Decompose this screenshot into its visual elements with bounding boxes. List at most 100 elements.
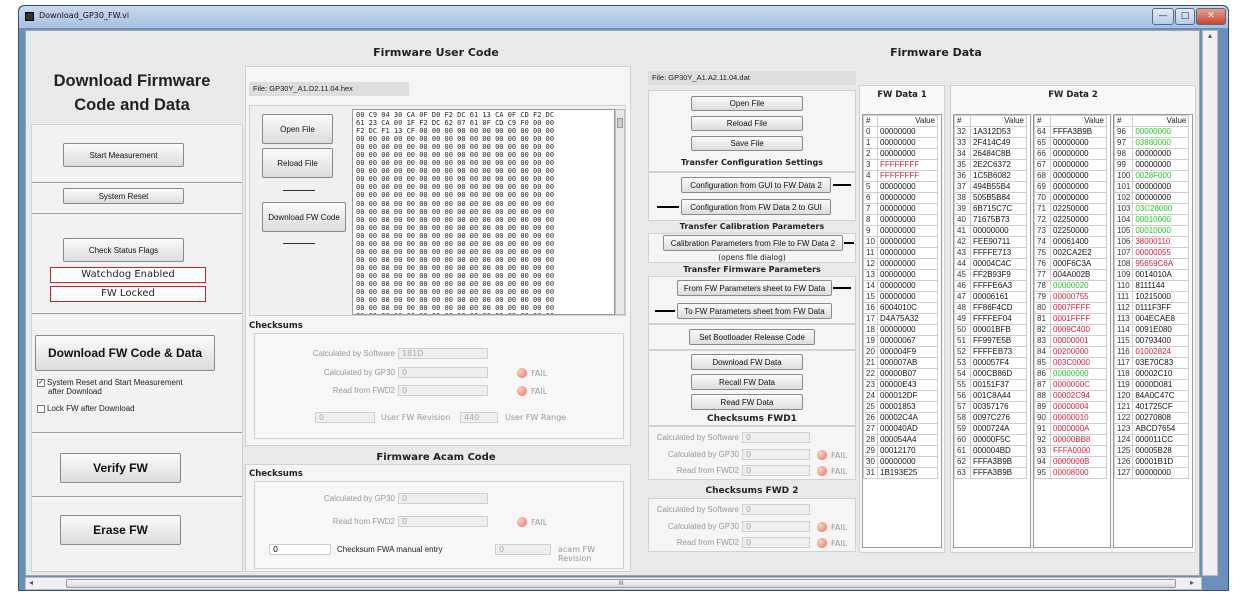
fw-data1-table[interactable]: # Value 0 00000000 1 00000000 2 00000000 3 FFFFFF… (862, 114, 942, 548)
row-value[interactable]: 00000B07 (877, 368, 938, 380)
row-value[interactable]: 00000000 (877, 456, 938, 468)
row-value[interactable]: 0007FFFF (1050, 302, 1107, 314)
row-value[interactable]: 95659C6A (1132, 258, 1190, 270)
row-value[interactable]: FF86F4CD (970, 302, 1027, 314)
row-value[interactable]: 00000000 (877, 126, 938, 138)
row-value[interactable]: 0000D081 (1132, 379, 1190, 391)
row-value[interactable]: 00200000 (1050, 346, 1107, 358)
row-value[interactable]: 00061400 (1050, 236, 1107, 248)
row-value[interactable]: 00008000 (1050, 467, 1107, 479)
reload-dat-file-button[interactable]: Reload File (691, 116, 803, 131)
gui-to-fw-data2-button[interactable]: Configuration from GUI to FW Data 2 (681, 177, 831, 193)
scroll-left-arrow-icon[interactable]: ◂ (29, 578, 33, 587)
row-value[interactable]: 00000000 (877, 181, 938, 193)
row-value[interactable]: 00000000 (877, 269, 938, 281)
row-value[interactable]: 0000000B (1050, 456, 1107, 468)
row-value[interactable]: FF997E5B (970, 335, 1027, 347)
row-value[interactable]: 10215000 (1132, 291, 1190, 303)
row-value[interactable]: 00000000 (1132, 192, 1190, 204)
row-value[interactable]: 00000755 (1050, 291, 1107, 303)
row-value[interactable]: 2F414C49 (970, 137, 1027, 149)
scroll-right-arrow-icon[interactable]: ▸ (1190, 578, 1194, 587)
row-value[interactable]: 000007AB (877, 357, 938, 369)
recall-fw-data-button[interactable]: Recall FW Data (691, 374, 803, 390)
maximize-button[interactable]: □ (1175, 8, 1195, 25)
row-value[interactable]: 00006161 (970, 291, 1027, 303)
row-value[interactable]: 00000001 (1050, 335, 1107, 347)
row-value[interactable]: 000004BD (970, 445, 1027, 457)
row-value[interactable]: 00000000 (1050, 159, 1107, 171)
row-value[interactable]: 00000000 (1050, 192, 1107, 204)
row-value[interactable]: 00000000 (877, 203, 938, 215)
row-value[interactable]: 00002C94 (1050, 390, 1107, 402)
horizontal-scrollbar[interactable]: ◂ III ▸ (25, 577, 1202, 590)
row-value[interactable]: FFFA3B9B (970, 467, 1027, 479)
checkbox-unchecked-icon[interactable] (37, 404, 45, 413)
row-value[interactable]: 00010000 (1132, 225, 1190, 237)
row-value[interactable]: 0111F3FF (1132, 302, 1190, 314)
row-value[interactable]: 00000000 (1050, 181, 1107, 193)
row-value[interactable]: 000F6C3A (1050, 258, 1107, 270)
user-fw-range-input[interactable]: 440 (460, 412, 498, 423)
row-value[interactable]: 00000000 (1132, 159, 1190, 171)
row-value[interactable]: 1B193E25 (877, 467, 938, 479)
row-value[interactable]: 1C5B6082 (970, 170, 1027, 182)
row-value[interactable]: 00010000 (1132, 214, 1190, 226)
row-value[interactable]: 00000055 (1132, 247, 1190, 259)
fw-data2-table-c[interactable]: # Value 96 00000000 97 03880000 98 00000000 99 00… (1113, 114, 1193, 548)
row-value[interactable]: 6004010C (877, 302, 938, 314)
row-value[interactable]: FFFA3B9B (1050, 126, 1107, 138)
row-value[interactable]: FFFFE713 (970, 247, 1027, 259)
scroll-thumb[interactable]: III (66, 579, 1176, 588)
row-value[interactable]: 505B5B84 (970, 192, 1027, 204)
row-value[interactable]: 00000F5C (970, 434, 1027, 446)
scroll-up-arrow-icon[interactable]: ▴ (1203, 31, 1217, 40)
row-value[interactable]: 02250000 (1050, 203, 1107, 215)
open-dat-file-button[interactable]: Open File (691, 96, 803, 111)
row-value[interactable]: 6B715C7C (970, 203, 1027, 215)
row-value[interactable]: 00002C4A (877, 412, 938, 424)
row-value[interactable]: 00000067 (877, 335, 938, 347)
row-value[interactable]: 00000000 (1132, 467, 1190, 479)
checksum-fwa-manual-input[interactable]: 0 (269, 544, 331, 555)
row-value[interactable]: 02250000 (1050, 214, 1107, 226)
open-hex-file-button[interactable]: Open File (262, 114, 333, 144)
hex-scrollbar[interactable] (615, 109, 625, 315)
row-value[interactable]: 000012DF (877, 390, 938, 402)
row-value[interactable]: 03C28000 (1132, 203, 1190, 215)
fw-data2-table-a[interactable]: # Value 32 1A312D53 33 2F414C49 34 26484C8B 35 2E… (953, 114, 1031, 548)
row-value[interactable]: 00000010 (1050, 412, 1107, 424)
vertical-scrollbar[interactable]: ▴ (1202, 30, 1218, 576)
row-value[interactable]: 00002C10 (1132, 368, 1190, 380)
download-fw-data-button[interactable]: Download FW Data (691, 354, 803, 370)
row-value[interactable]: 1A312D53 (970, 126, 1027, 138)
row-value[interactable]: 00000000 (877, 214, 938, 226)
row-value[interactable]: 004A002B (1050, 269, 1107, 281)
row-value[interactable]: 001C8A44 (970, 390, 1027, 402)
download-fw-code-data-button[interactable]: Download FW Code & Data (35, 335, 215, 371)
row-value[interactable]: 00000000 (1050, 170, 1107, 182)
row-value[interactable]: 401725CF (1132, 401, 1190, 413)
start-measurement-button[interactable]: Start Measurement (63, 143, 184, 167)
row-value[interactable]: 00000000 (877, 236, 938, 248)
verify-fw-button[interactable]: Verify FW (60, 453, 181, 483)
row-value[interactable]: FEE90711 (970, 236, 1027, 248)
row-value[interactable]: 2E2C6372 (970, 159, 1027, 171)
row-value[interactable]: 00004C4C (970, 258, 1027, 270)
row-value[interactable]: 00000000 (877, 192, 938, 204)
row-value[interactable]: 0001FFFF (1050, 313, 1107, 325)
row-value[interactable]: FFFFEF04 (970, 313, 1027, 325)
row-value[interactable]: 0014010A (1132, 269, 1190, 281)
row-value[interactable]: 26484C8B (970, 148, 1027, 160)
row-value[interactable]: 0000724A (970, 423, 1027, 435)
row-value[interactable]: 38000110 (1132, 236, 1190, 248)
row-value[interactable]: 00000000 (877, 291, 938, 303)
row-value[interactable]: 00000000 (877, 324, 938, 336)
row-value[interactable]: 000011CC (1132, 434, 1190, 446)
row-value[interactable]: 00000000 (1132, 126, 1190, 138)
row-value[interactable]: 00001853 (877, 401, 938, 413)
row-value[interactable]: 00000000 (877, 225, 938, 237)
row-value[interactable]: 000CB86D (970, 368, 1027, 380)
hex-listbox[interactable]: 00 C9 04 30 CA 0F D0 F2 DC 61 13 CA 0F C… (352, 109, 615, 315)
check-status-flags-button[interactable]: Check Status Flags (63, 238, 184, 262)
